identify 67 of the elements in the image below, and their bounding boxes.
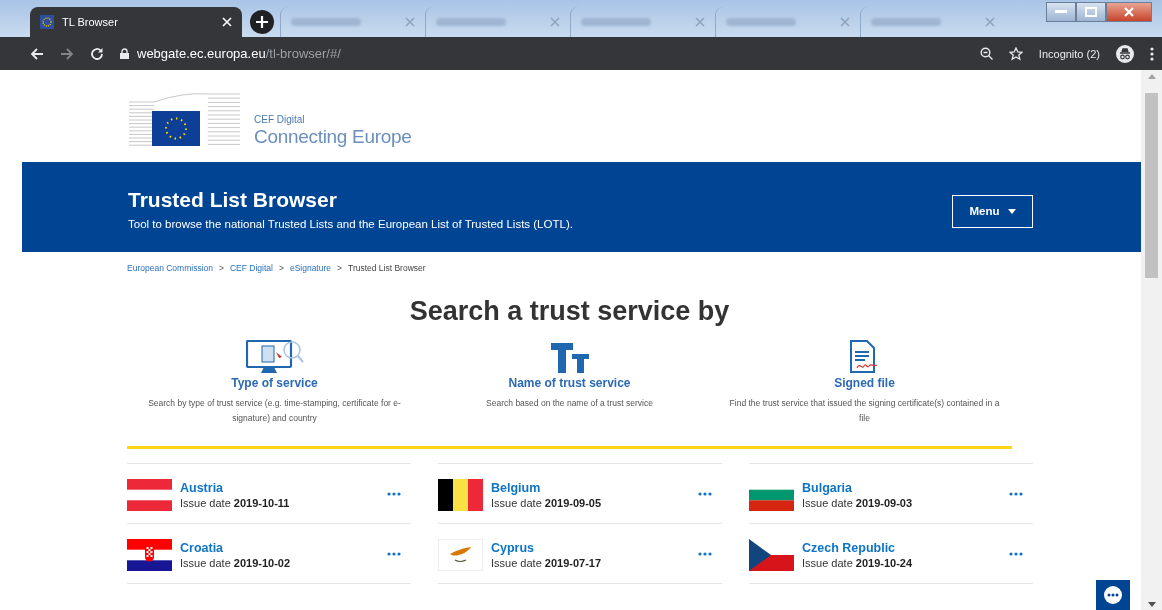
breadcrumb-separator: > bbox=[219, 263, 224, 273]
zoom-icon[interactable] bbox=[979, 47, 993, 60]
page-subtitle: Tool to browse the national Trusted Lists and the European List of Trusted Lists (LOTL). bbox=[128, 218, 574, 230]
blurred-tab-title bbox=[726, 18, 796, 26]
incognito-icon[interactable] bbox=[1116, 44, 1134, 63]
lock-icon bbox=[120, 48, 129, 59]
eu-flag-icon bbox=[40, 15, 54, 29]
breadcrumb-link[interactable]: eSignature bbox=[289, 263, 332, 273]
blurred-tab-title bbox=[291, 18, 361, 26]
site-tagline: Connecting Europe bbox=[254, 126, 412, 148]
country-flag bbox=[127, 478, 172, 511]
scroll-down-icon[interactable] bbox=[1147, 602, 1156, 607]
country-flag bbox=[127, 538, 172, 571]
scrollbar-thumb[interactable] bbox=[1145, 93, 1158, 278]
bookmark-star-icon[interactable] bbox=[1008, 46, 1023, 61]
section-heading: Search a trust service by bbox=[408, 296, 731, 328]
back-icon[interactable] bbox=[30, 46, 44, 61]
issue-date: Issue date 2019-07-17 bbox=[491, 556, 603, 569]
country-link[interactable]: Croatia bbox=[180, 540, 379, 555]
chat-bubble-icon bbox=[1103, 585, 1123, 605]
chat-button[interactable] bbox=[1096, 580, 1130, 610]
country-link[interactable]: Bulgaria bbox=[802, 480, 1001, 495]
breadcrumb-separator: > bbox=[278, 263, 284, 273]
menu-button[interactable]: Menu bbox=[952, 194, 1033, 228]
search-option-link[interactable]: Signed file bbox=[834, 376, 895, 390]
caret-icon bbox=[1007, 208, 1016, 214]
page-title: Trusted List Browser bbox=[128, 188, 338, 212]
issue-date: Issue date 2019-10-02 bbox=[180, 556, 292, 569]
profile-label[interactable]: Incognito (2) bbox=[1038, 47, 1100, 60]
country-link[interactable]: Czech Republic bbox=[802, 540, 1001, 555]
option-description: Find the trust service that issued the signing certificate(s) contained in a file bbox=[728, 397, 1001, 425]
country-flag bbox=[749, 538, 794, 571]
country-link[interactable]: Belgium bbox=[491, 480, 690, 495]
option-description: Search based on the name of a trust service bbox=[486, 397, 653, 410]
blurred-tab-title bbox=[871, 18, 941, 26]
reload-icon[interactable] bbox=[90, 46, 104, 61]
issue-date: Issue date 2019-10-11 bbox=[180, 496, 291, 509]
tab-title: TL Browser bbox=[62, 16, 118, 28]
org-name: CEF Digital bbox=[254, 114, 306, 125]
menu-icon[interactable] bbox=[1150, 46, 1154, 61]
blurred-tab-title bbox=[581, 18, 651, 26]
issue-date: Issue date 2019-10-24 bbox=[802, 556, 914, 569]
country-link[interactable]: Austria bbox=[180, 480, 379, 495]
close-icon[interactable] bbox=[1106, 2, 1152, 22]
search-option-link[interactable]: Type of service bbox=[231, 376, 318, 390]
breadcrumb-separator: > bbox=[337, 263, 342, 273]
new-tab-button[interactable] bbox=[250, 10, 274, 34]
url-text: webgate.ec.europa.eu/tl-browser/#/ bbox=[137, 46, 341, 61]
option-description: Search by type of trust service (e.g. time-stamping, certificate for e-signature) and country bbox=[147, 397, 402, 425]
blurred-tab-title bbox=[436, 18, 506, 26]
minimize-icon[interactable] bbox=[1046, 2, 1076, 22]
country-flag bbox=[438, 478, 483, 511]
address-bar[interactable]: webgate.ec.europa.eu/tl-browser/#/ bbox=[120, 46, 964, 61]
forward-icon[interactable] bbox=[60, 46, 74, 61]
monitor-document-icon[interactable] bbox=[245, 340, 304, 374]
breadcrumb-link[interactable]: CEF Digital bbox=[229, 263, 273, 273]
text-size-icon[interactable] bbox=[549, 342, 590, 374]
country-flag bbox=[438, 538, 483, 571]
issue-date: Issue date 2019-09-03 bbox=[802, 496, 914, 509]
restore-icon[interactable] bbox=[1076, 2, 1106, 22]
european-commission-logo[interactable] bbox=[128, 92, 242, 148]
issue-date: Issue date 2019-09-05 bbox=[491, 496, 603, 509]
country-link[interactable]: Cyprus bbox=[491, 540, 690, 555]
breadcrumb-current: Trusted List Browser bbox=[348, 263, 426, 273]
browser-tab[interactable]: TL Browser bbox=[30, 7, 242, 37]
breadcrumb-link[interactable]: European Commission bbox=[127, 263, 213, 273]
search-option-link[interactable]: Name of trust service bbox=[508, 376, 631, 390]
